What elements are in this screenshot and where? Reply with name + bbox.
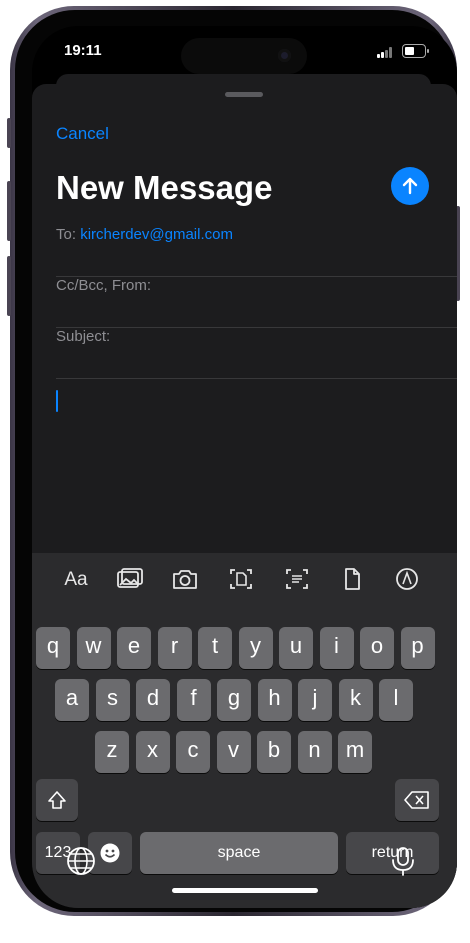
arrow-up-icon — [402, 177, 418, 195]
key-a[interactable]: a — [55, 679, 89, 721]
key-l[interactable]: l — [379, 679, 413, 721]
key-c[interactable]: c — [176, 731, 210, 773]
scan-text-icon[interactable] — [282, 567, 312, 593]
front-camera-icon — [278, 49, 291, 62]
attach-file-icon[interactable] — [337, 567, 367, 593]
key-h[interactable]: h — [257, 679, 292, 721]
key-m[interactable]: m — [338, 731, 372, 773]
space-key[interactable]: space — [140, 832, 338, 874]
sheet-grabber[interactable] — [225, 92, 263, 97]
phone-frame: 19:11 Cancel New Message To: kircherdev@… — [7, 6, 460, 916]
subject-field[interactable]: Subject: — [56, 328, 457, 379]
screen: 19:11 Cancel New Message To: kircherdev@… — [32, 26, 457, 908]
key-i[interactable]: i — [319, 627, 354, 669]
key-z[interactable]: z — [95, 731, 129, 773]
recipient-address[interactable]: kircherdev@gmail.com — [80, 226, 233, 243]
cc-bcc-from-field[interactable]: Cc/Bcc, From: — [56, 277, 457, 328]
cancel-button[interactable]: Cancel — [56, 124, 109, 144]
key-g[interactable]: g — [217, 679, 251, 721]
text-cursor — [56, 390, 58, 412]
delete-icon — [404, 791, 429, 809]
photo-library-icon[interactable] — [115, 567, 145, 593]
key-b[interactable]: b — [257, 731, 291, 773]
key-d[interactable]: d — [136, 679, 170, 721]
key-n[interactable]: n — [297, 731, 332, 773]
shift-key[interactable] — [36, 779, 78, 821]
microphone-icon[interactable] — [387, 845, 419, 877]
cc-bcc-from-label: Cc/Bcc, From: — [56, 277, 152, 294]
status-bar: 19:11 — [32, 26, 457, 76]
key-y[interactable]: y — [238, 627, 273, 669]
key-p[interactable]: p — [400, 627, 435, 669]
page-title: New Message — [56, 169, 273, 206]
key-w[interactable]: w — [76, 627, 111, 669]
to-label: To: — [56, 226, 77, 243]
key-j[interactable]: j — [298, 679, 332, 721]
status-time: 19:11 — [64, 42, 102, 59]
send-button[interactable] — [391, 167, 429, 205]
globe-icon[interactable] — [65, 845, 97, 877]
volume-up-button — [7, 181, 11, 241]
dynamic-island — [181, 38, 307, 74]
home-indicator[interactable] — [172, 888, 318, 893]
battery-icon — [402, 44, 429, 58]
key-o[interactable]: o — [360, 627, 394, 669]
subject-label: Subject: — [56, 328, 111, 345]
key-q[interactable]: q — [36, 627, 70, 669]
delete-key[interactable] — [395, 779, 439, 821]
cellular-signal-icon — [377, 46, 395, 58]
action-button — [7, 118, 11, 148]
camera-icon[interactable] — [170, 567, 200, 593]
to-field[interactable]: To: kircherdev@gmail.com — [56, 226, 457, 277]
shift-icon — [48, 791, 66, 809]
key-s[interactable]: s — [95, 679, 130, 721]
emoji-icon — [100, 843, 120, 863]
key-u[interactable]: u — [279, 627, 313, 669]
key-r[interactable]: r — [157, 627, 192, 669]
keyboard: Aa qwertyuio p a s d f g h j k l z x c v… — [32, 553, 457, 908]
format-button[interactable]: Aa — [61, 567, 91, 593]
key-x[interactable]: x — [135, 731, 170, 773]
volume-down-button — [7, 256, 11, 316]
key-v[interactable]: v — [216, 731, 251, 773]
key-k[interactable]: k — [338, 679, 373, 721]
scan-document-icon[interactable] — [226, 567, 256, 593]
markup-icon[interactable] — [392, 567, 422, 593]
keyboard-toolbar: Aa — [32, 553, 457, 607]
key-f[interactable]: f — [176, 679, 211, 721]
key-e[interactable]: e — [117, 627, 151, 669]
key-t[interactable]: t — [198, 627, 232, 669]
